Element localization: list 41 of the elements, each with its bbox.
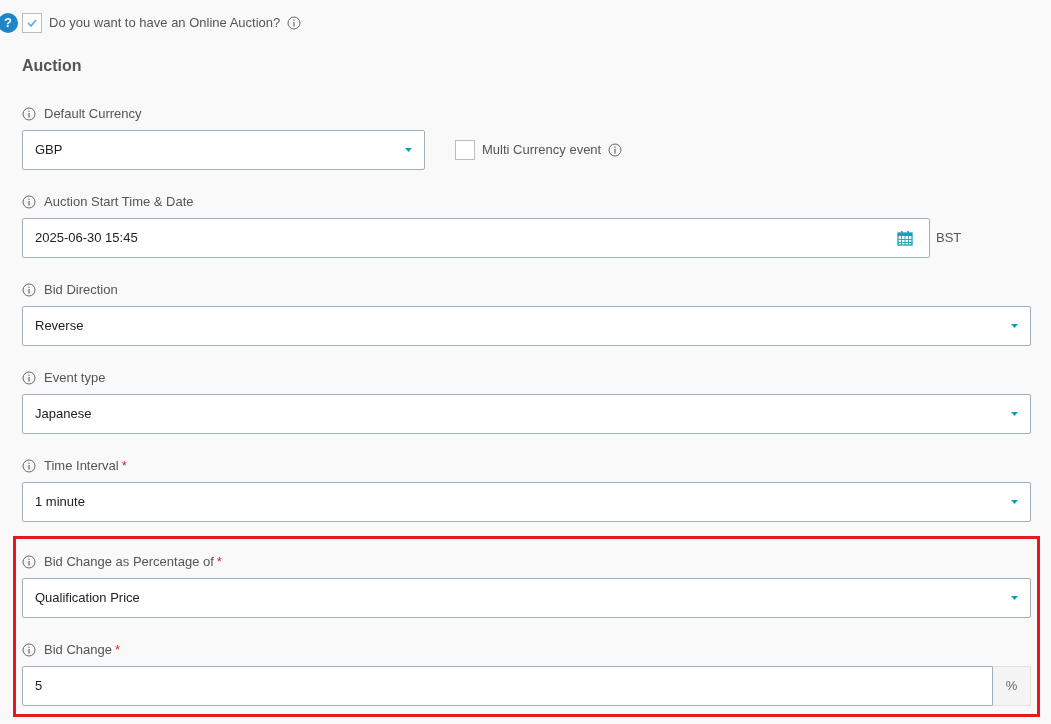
calendar-icon[interactable] (897, 230, 913, 246)
info-icon (287, 16, 302, 30)
info-icon (22, 107, 36, 121)
caret-icon (1011, 412, 1018, 416)
input-field[interactable]: 5 (22, 666, 993, 706)
date-time-field[interactable]: 2025-06-30 15:45 (22, 218, 930, 258)
required-mark: * (121, 457, 127, 476)
field-label: Bid Change as Percentage of (44, 553, 214, 572)
field-label: Auction Start Time & Date (44, 193, 194, 212)
checkbox[interactable] (455, 140, 475, 160)
checkbox[interactable] (22, 13, 42, 33)
info-icon (608, 143, 623, 157)
caret-icon (405, 148, 412, 152)
checkbox-label: Multi Currency event (482, 141, 602, 160)
select-field[interactable]: Qualification Price (22, 578, 1031, 618)
field-label: Event type (44, 369, 106, 388)
field-label: Default Currency (44, 105, 142, 124)
checkbox-label: Do you want to have an Online Auction? (49, 14, 281, 33)
select-field[interactable]: Japanese (22, 394, 1031, 434)
caret-icon (1011, 500, 1018, 504)
info-icon (22, 643, 36, 657)
help-icon[interactable]: ? (0, 13, 18, 33)
required-mark: * (114, 641, 120, 660)
percent-addon: % (993, 666, 1031, 706)
checkmark-icon (27, 19, 37, 27)
info-icon (22, 283, 36, 297)
timezone-label: BST (936, 229, 962, 248)
info-icon (22, 555, 36, 569)
info-icon (22, 459, 36, 473)
required-mark: * (216, 553, 222, 572)
field-label: Bid Direction (44, 281, 118, 300)
select-field[interactable]: GBP (22, 130, 425, 170)
select-field[interactable]: 1 minute (22, 482, 1031, 522)
field-label: Bid Change (44, 641, 112, 660)
select-field[interactable]: Reverse (22, 306, 1031, 346)
info-icon (22, 371, 36, 385)
caret-icon (1011, 324, 1018, 328)
field-label: Time Interval (44, 457, 119, 476)
section-title: Auction (22, 56, 83, 76)
caret-icon (1011, 596, 1018, 600)
info-icon (22, 195, 36, 209)
